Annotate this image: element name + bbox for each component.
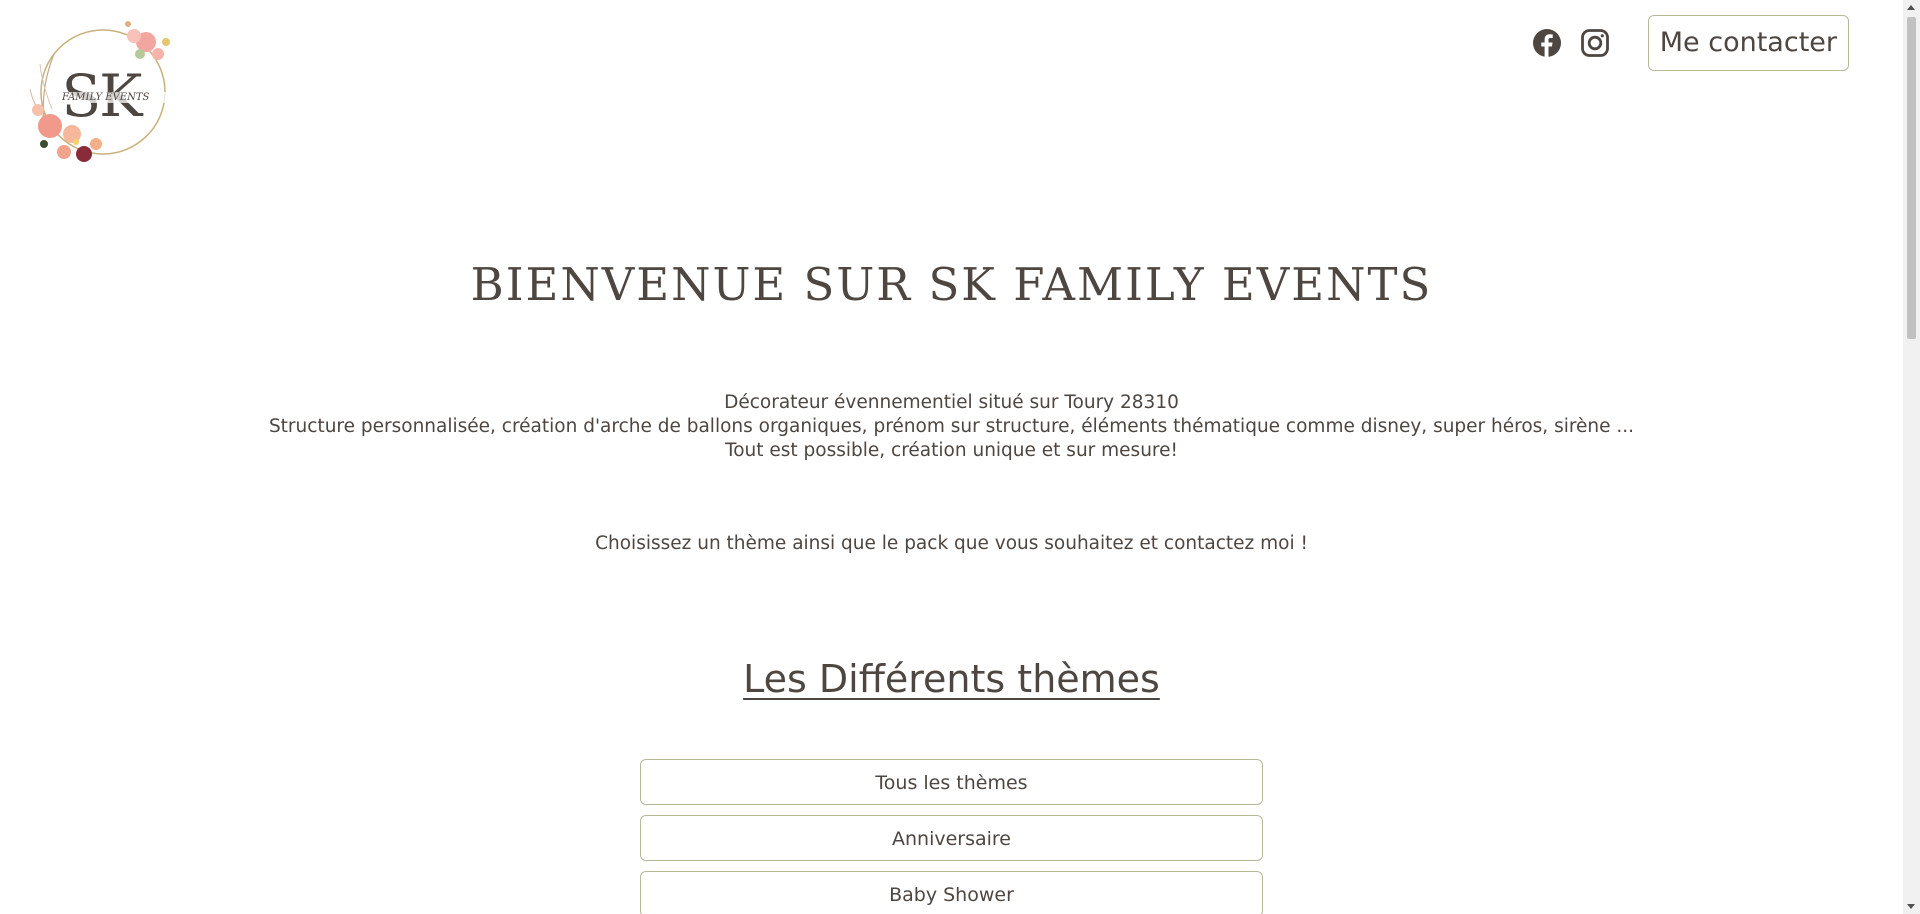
logo-subtitle: FAMILY EVENTS — [62, 92, 172, 103]
theme-button-baby-shower[interactable]: Baby Shower — [640, 871, 1263, 914]
call-to-action-text: Choisissez un thème ainsi que le pack qu… — [595, 533, 1308, 554]
vertical-scrollbar[interactable] — [1903, 0, 1920, 914]
contact-button[interactable]: Me contacter — [1647, 15, 1849, 71]
facebook-icon[interactable] — [1532, 28, 1562, 58]
scroll-down-arrow-icon[interactable] — [1907, 904, 1915, 909]
scroll-up-arrow-icon[interactable] — [1907, 5, 1915, 10]
logo[interactable]: SK FAMILY EVENTS — [16, 14, 186, 174]
header-actions: Me contacter — [1532, 15, 1849, 71]
intro-text: Décorateur évennementiel situé sur Toury… — [0, 391, 1903, 463]
theme-filter-list: Tous les thèmes Anniversaire Baby Shower — [640, 759, 1263, 914]
themes-section-title: Les Différents thèmes — [743, 657, 1160, 701]
scroll-thumb[interactable] — [1907, 17, 1916, 339]
instagram-icon[interactable] — [1580, 28, 1610, 58]
intro-line: Structure personnalisée, création d'arch… — [268, 416, 1635, 437]
intro-line: Tout est possible, création unique et su… — [725, 440, 1178, 461]
page-title: BIENVENUE SUR SK FAMILY EVENTS — [470, 258, 1433, 311]
theme-button-anniversaire[interactable]: Anniversaire — [640, 815, 1263, 861]
theme-button-all[interactable]: Tous les thèmes — [640, 759, 1263, 805]
intro-line: Décorateur évennementiel situé sur Toury… — [724, 392, 1179, 413]
page: SK FAMILY EVENTS Me contacter BIENVENUE … — [0, 0, 1903, 914]
